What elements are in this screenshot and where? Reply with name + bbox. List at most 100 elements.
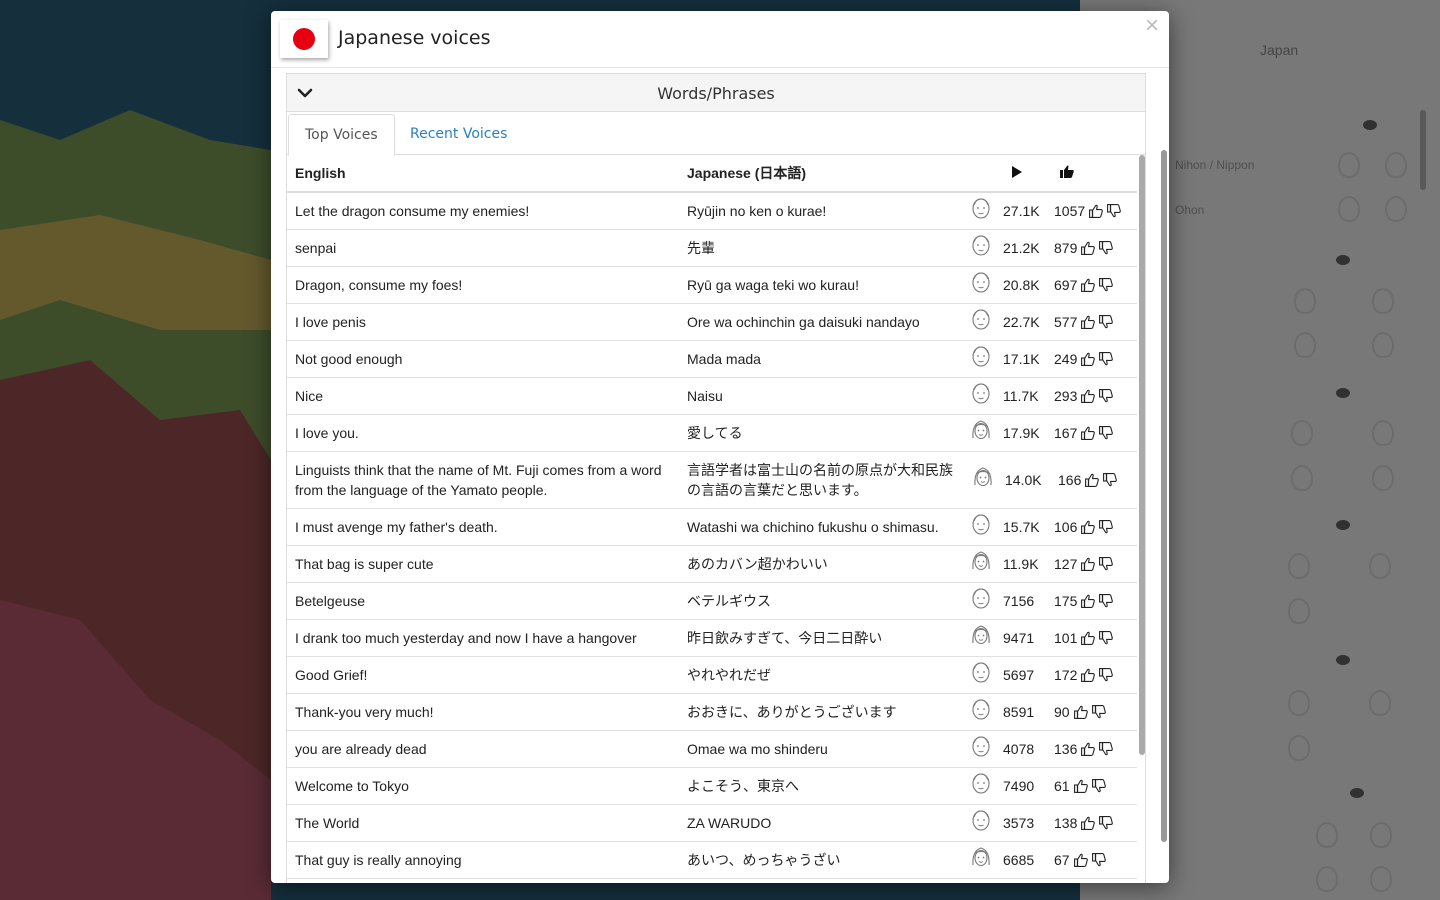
table-row[interactable]: Let the dragon consume my enemies! Ryūjin… (287, 192, 1137, 230)
thumbs-up-icon[interactable] (1060, 165, 1074, 178)
thumbs-up-icon[interactable] (1077, 630, 1096, 646)
table-row[interactable]: I drank too much yesterday and now I hav… (287, 619, 1137, 657)
table-row[interactable]: I love penis Ore wa ochinchin ga daisuki … (287, 303, 1137, 341)
thumbs-down-icon[interactable] (1088, 852, 1106, 868)
play-count: 21.2K (997, 229, 1050, 267)
table-row[interactable]: Good Grief! やれやれだぜ 5697 172 (287, 656, 1137, 694)
table-scrollbar[interactable] (1139, 155, 1145, 755)
tab-top-voices[interactable]: Top Voices (288, 114, 395, 156)
female-voice-icon[interactable] (964, 414, 997, 452)
vote-cell: 1057 (1050, 192, 1137, 230)
thumbs-up-icon[interactable] (1077, 351, 1096, 367)
thumbs-down-icon[interactable] (1095, 388, 1114, 404)
male-voice-icon[interactable] (964, 693, 997, 731)
table-row[interactable]: Nice Naisu 11.7K 293 (287, 377, 1137, 415)
vote-cell: 106 (1050, 508, 1137, 546)
table-row[interactable]: I love you. 愛してる 17.9K 167 (287, 414, 1137, 452)
table-row[interactable]: The World ZA WARUDO 3573 138 (287, 804, 1137, 842)
thumbs-down-icon[interactable] (1095, 519, 1114, 535)
column-header-likes[interactable] (1050, 155, 1137, 193)
play-count: 7490 (997, 767, 1050, 805)
thumbs-up-icon[interactable] (1077, 425, 1096, 441)
thumbs-down-icon[interactable] (1095, 667, 1114, 683)
thumbs-up-icon[interactable] (1077, 667, 1096, 683)
like-count: 172 (1054, 666, 1078, 683)
thumbs-down-icon[interactable] (1095, 425, 1114, 441)
table-row[interactable]: Not good enough Mada mada 17.1K 249 (287, 340, 1137, 378)
thumbs-down-icon[interactable] (1095, 314, 1114, 330)
thumbs-down-icon[interactable] (1088, 778, 1106, 794)
thumbs-down-icon[interactable] (1088, 704, 1106, 720)
column-header-japanese[interactable]: Japanese (日本語) (679, 155, 964, 193)
thumbs-down-icon[interactable] (1095, 351, 1114, 367)
male-voice-icon[interactable] (964, 192, 997, 230)
thumbs-up-icon[interactable] (1081, 472, 1100, 488)
female-voice-icon[interactable] (964, 841, 997, 879)
thumbs-up-icon[interactable] (1077, 388, 1096, 404)
thumbs-up-icon[interactable] (1077, 741, 1096, 757)
female-voice-icon[interactable] (964, 619, 997, 657)
thumbs-down-icon[interactable] (1095, 741, 1114, 757)
thumbs-up-icon[interactable] (1077, 277, 1096, 293)
table-row[interactable]: That bag is super cute あのカバン超かわいい 11.9K 127 (287, 545, 1137, 583)
play-count: 3573 (997, 804, 1050, 842)
thumbs-up-icon[interactable] (1070, 778, 1088, 794)
thumbs-down-icon[interactable] (1099, 472, 1118, 488)
male-voice-icon[interactable] (964, 266, 997, 304)
japan-flag-icon (280, 20, 328, 58)
table-row[interactable]: Welcome to Tokyo よこそう、東京へ 7490 61 (287, 767, 1137, 805)
thumbs-up-icon[interactable] (1085, 203, 1104, 219)
tab-recent-voices[interactable]: Recent Voices (394, 114, 523, 156)
male-voice-icon[interactable] (964, 303, 997, 341)
table-row[interactable]: senpai 先輩 21.2K 879 (287, 229, 1137, 267)
thumbs-up-icon[interactable] (1077, 593, 1096, 609)
panel-heading[interactable]: Words/Phrases (287, 74, 1145, 112)
thumbs-up-icon[interactable] (1077, 240, 1096, 256)
female-voice-icon[interactable] (964, 545, 997, 583)
table-row[interactable]: Thank-you very much! おおきに、ありがとうございます 8591 9… (287, 693, 1137, 731)
thumbs-up-icon[interactable] (1077, 314, 1096, 330)
table-row[interactable]: Betelgeuse ベテルギウス 7156 175 (287, 582, 1137, 620)
male-voice-icon[interactable] (964, 582, 997, 620)
thumbs-down-icon[interactable] (1103, 203, 1122, 219)
table-row[interactable]: That guy is really annoying あいつ、めっちゃうざい 66… (287, 841, 1137, 879)
japanese-phrase: やれやれだぜ (679, 656, 964, 694)
japanese-phrase: Ore wa ochinchin ga daisuki nandayo (679, 303, 964, 341)
female-voice-icon[interactable] (964, 451, 997, 509)
male-voice-icon[interactable] (964, 508, 997, 546)
thumbs-up-icon[interactable] (1070, 852, 1088, 868)
table-row[interactable]: Linguists think that the name of Mt. Fuj… (287, 451, 1137, 509)
japanese-phrase: おおきに、ありがとうございます (679, 693, 964, 731)
vote-cell: 175 (1050, 582, 1137, 620)
voices-table: English Japanese (日本語) Let the dragon co… (287, 155, 1137, 879)
male-voice-icon[interactable] (964, 804, 997, 842)
table-row[interactable]: you are already dead Omae wa mo shinderu 4… (287, 730, 1137, 768)
like-count: 293 (1054, 387, 1078, 404)
thumbs-down-icon[interactable] (1095, 815, 1114, 831)
thumbs-down-icon[interactable] (1095, 556, 1114, 572)
play-icon[interactable] (1011, 166, 1023, 178)
play-count: 8591 (997, 693, 1050, 731)
table-row[interactable]: Dragon, consume my foes! Ryū ga waga teki… (287, 266, 1137, 304)
thumbs-down-icon[interactable] (1095, 240, 1114, 256)
thumbs-up-icon[interactable] (1077, 519, 1096, 535)
like-count: 61 (1054, 777, 1070, 794)
close-button[interactable]: × (1141, 14, 1163, 38)
modal-scrollbar[interactable] (1161, 150, 1167, 842)
male-voice-icon[interactable] (964, 377, 997, 415)
male-voice-icon[interactable] (964, 767, 997, 805)
column-header-plays[interactable] (997, 155, 1050, 193)
thumbs-up-icon[interactable] (1070, 704, 1088, 720)
thumbs-down-icon[interactable] (1095, 277, 1114, 293)
male-voice-icon[interactable] (964, 730, 997, 768)
thumbs-down-icon[interactable] (1095, 593, 1114, 609)
column-header-english[interactable]: English (287, 155, 679, 193)
table-row[interactable]: I must avenge my father's death. Watashi … (287, 508, 1137, 546)
male-voice-icon[interactable] (964, 229, 997, 267)
thumbs-up-icon[interactable] (1077, 556, 1096, 572)
thumbs-down-icon[interactable] (1095, 630, 1114, 646)
thumbs-up-icon[interactable] (1077, 815, 1096, 831)
male-voice-icon[interactable] (964, 656, 997, 694)
male-voice-icon[interactable] (964, 340, 997, 378)
vote-cell: 879 (1050, 229, 1137, 267)
